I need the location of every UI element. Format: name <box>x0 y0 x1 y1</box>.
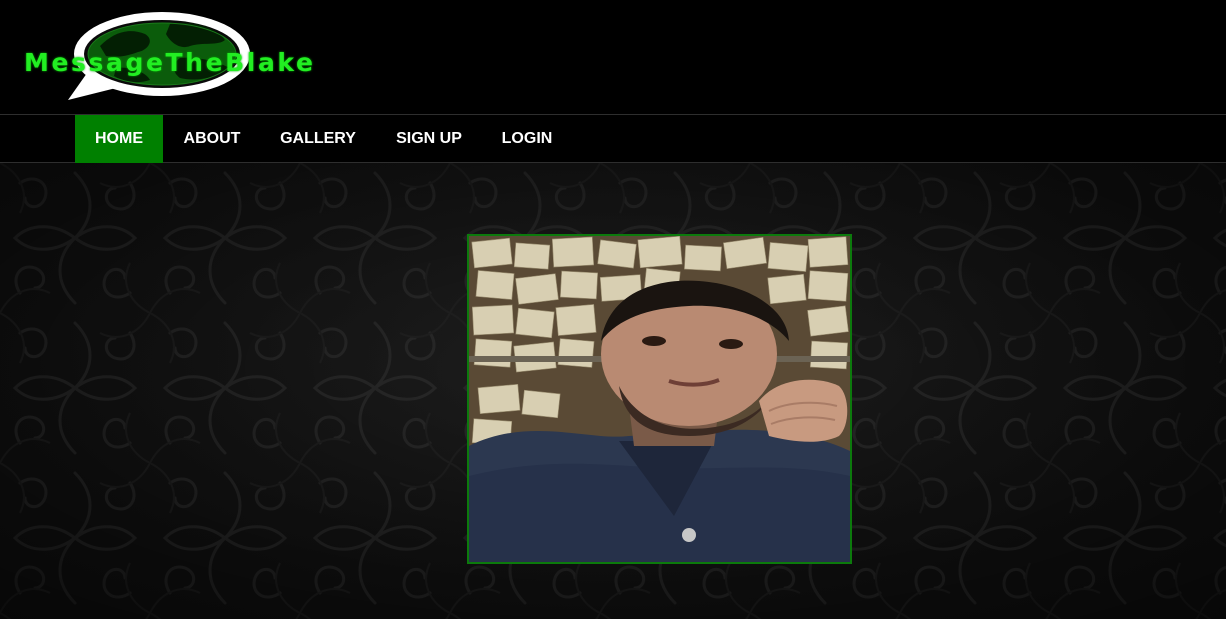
nav-about[interactable]: ABOUT <box>164 115 260 163</box>
main-navigation: HOME ABOUT GALLERY SIGN UP LOGIN <box>0 114 1226 163</box>
hero-section <box>0 163 1226 619</box>
nav-home[interactable]: HOME <box>75 115 163 163</box>
nav-gallery[interactable]: GALLERY <box>262 115 374 163</box>
site-header: MessageTheBlake <box>0 0 1226 114</box>
selfie-photo <box>469 236 850 562</box>
nav-login[interactable]: LOGIN <box>484 115 570 163</box>
nav-sign-up[interactable]: SIGN UP <box>378 115 480 163</box>
site-logo[interactable]: MessageTheBlake <box>20 6 320 106</box>
brand-name: MessageTheBlake <box>24 48 316 77</box>
featured-photo <box>467 234 852 564</box>
